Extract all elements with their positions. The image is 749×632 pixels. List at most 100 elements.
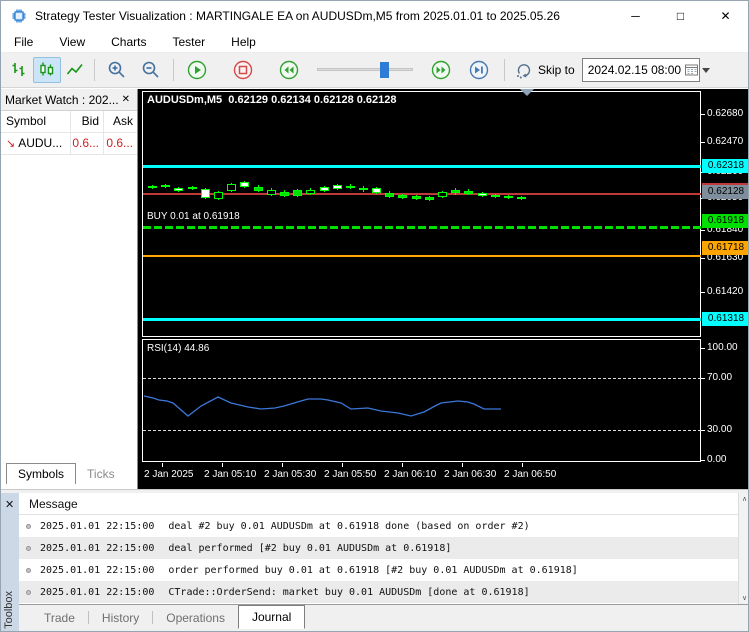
tab-trade[interactable]: Trade [31,607,88,629]
menu-file[interactable]: File [1,32,46,52]
candlestick-chart-button[interactable] [33,57,61,83]
time-axis-tick [522,463,523,467]
candle [359,188,368,190]
close-button[interactable]: ✕ [703,1,748,31]
fast-forward-button[interactable] [427,57,455,83]
journal-timestamp: 2025.01.01 22:15:00 [40,586,155,598]
candle [333,185,342,189]
zoom-out-icon [142,61,159,78]
candle [188,187,197,189]
play-icon [187,60,207,80]
scroll-up-icon[interactable]: ∧ [739,495,748,503]
journal-row[interactable]: 2025.01.01 22:15:00 CTrade::OrderSend: ma… [19,581,738,603]
tab-ticks[interactable]: Ticks [76,464,126,484]
menu-charts[interactable]: Charts [98,32,159,52]
skip-to-label: Skip to [538,63,575,77]
tab-history[interactable]: History [89,607,152,629]
rsi-axis-tick [701,348,705,349]
candle [398,195,407,198]
journal-row[interactable]: 2025.01.01 22:15:00 deal #2 buy 0.01 AUDU… [19,515,738,537]
market-watch-tabs: Symbols Ticks [1,459,137,484]
rsi-plot[interactable] [142,339,701,462]
candle [227,184,236,191]
ask-value: 0.6... [106,136,133,150]
main-area: Market Watch : 202... ✕ Symbol Bid Ask ↘… [1,89,748,489]
journal-scrollbar[interactable]: ∧ ∨ [738,493,748,604]
candle [346,186,355,188]
scroll-down-icon[interactable]: ∨ [739,594,748,602]
menu-help[interactable]: Help [218,32,269,52]
calendar-icon[interactable] [685,64,699,76]
rsi-axis-tick [701,378,705,379]
slider-handle[interactable] [380,62,389,78]
price-axis-label: 0.62680 [707,108,744,119]
journal-row[interactable]: 2025.01.01 22:15:00 order performed buy 0… [19,559,738,581]
price-axis-tick [701,258,705,259]
tab-operations[interactable]: Operations [153,607,238,629]
time-axis-label: 2 Jan 05:50 [324,469,377,480]
journal-message-header[interactable]: Message [19,493,738,515]
symbol-cell[interactable]: ↘ AUDU... [1,133,71,154]
price-flag: 0.61918 [702,214,748,228]
zoom-in-icon [108,61,125,78]
market-watch-row[interactable]: ↘ AUDU... 0.6... 0.6... [1,133,137,155]
column-ask[interactable]: Ask [104,111,137,132]
toolbar: Skip to 2024.02.15 08:00 [1,53,748,88]
price-flag: 0.61318 [702,312,748,326]
time-axis-tick [462,463,463,467]
market-watch-close-icon[interactable]: ✕ [119,94,133,105]
window-controls: ─ □ ✕ [613,1,748,31]
stop-button[interactable] [229,57,257,83]
candle [491,195,500,197]
zoom-out-button[interactable] [137,57,165,83]
title-bar: Strategy Tester Visualization : MARTINGA… [1,1,748,31]
time-axis-label: 2 Jan 05:10 [204,469,257,480]
fast-forward-icon [431,60,451,80]
market-watch-panel: Market Watch : 202... ✕ Symbol Bid Ask ↘… [1,89,138,489]
column-symbol[interactable]: Symbol [1,111,71,132]
rsi-axis-tick [701,460,705,461]
skip-to-date-input[interactable]: 2024.02.15 08:00 [581,58,711,82]
column-bid[interactable]: Bid [71,111,104,132]
price-flag: 0.62128 [702,185,748,199]
maximize-button[interactable]: □ [658,1,703,31]
candle [438,192,447,197]
zoom-in-button[interactable] [103,57,131,83]
time-axis-label: 2 Jan 06:50 [504,469,557,480]
time-axis-tick [162,463,163,467]
candle [451,190,460,193]
time-axis-tick [282,463,283,467]
price-axis-tick [701,230,705,231]
toolbar-separator [94,59,95,81]
toolbox-panel: ✕ Toolbox Message 2025.01.01 22:15:00 dea… [1,489,748,631]
candle [293,190,302,196]
journal-row[interactable]: 2025.01.01 22:15:00 deal performed [#2 bu… [19,537,738,559]
toolbox-label: Toolbox [3,591,15,629]
candle [254,187,263,191]
price-level-line [143,318,701,321]
slider-track [317,68,413,71]
speed-slider[interactable] [317,62,413,78]
bar-chart-button[interactable] [5,57,33,83]
chevron-down-icon[interactable] [702,67,711,73]
rewind-button[interactable] [275,57,303,83]
line-chart-button[interactable] [61,57,89,83]
play-button[interactable] [183,57,211,83]
candle [412,196,421,199]
skip-to-end-button[interactable] [465,57,493,83]
minimize-button[interactable]: ─ [613,1,658,31]
tab-journal[interactable]: Journal [237,604,306,629]
chart-area[interactable]: AUDUSDm,M5 0.62129 0.62134 0.62128 0.621… [138,89,748,489]
tab-symbols[interactable]: Symbols [6,463,77,484]
menu-view[interactable]: View [46,32,98,52]
bid-value: 0.6... [71,133,104,154]
skip-to-date-value: 2024.02.15 08:00 [587,63,682,77]
bar-chart-icon [12,63,25,76]
price-level-line [143,193,701,195]
price-flag: 0.61718 [702,241,748,255]
menu-tester[interactable]: Tester [159,32,218,52]
toolbox-close-icon[interactable]: ✕ [5,498,14,511]
candle [148,186,157,188]
rsi-indicator-label: RSI(14) 44.86 [147,343,210,354]
time-axis-tick [342,463,343,467]
